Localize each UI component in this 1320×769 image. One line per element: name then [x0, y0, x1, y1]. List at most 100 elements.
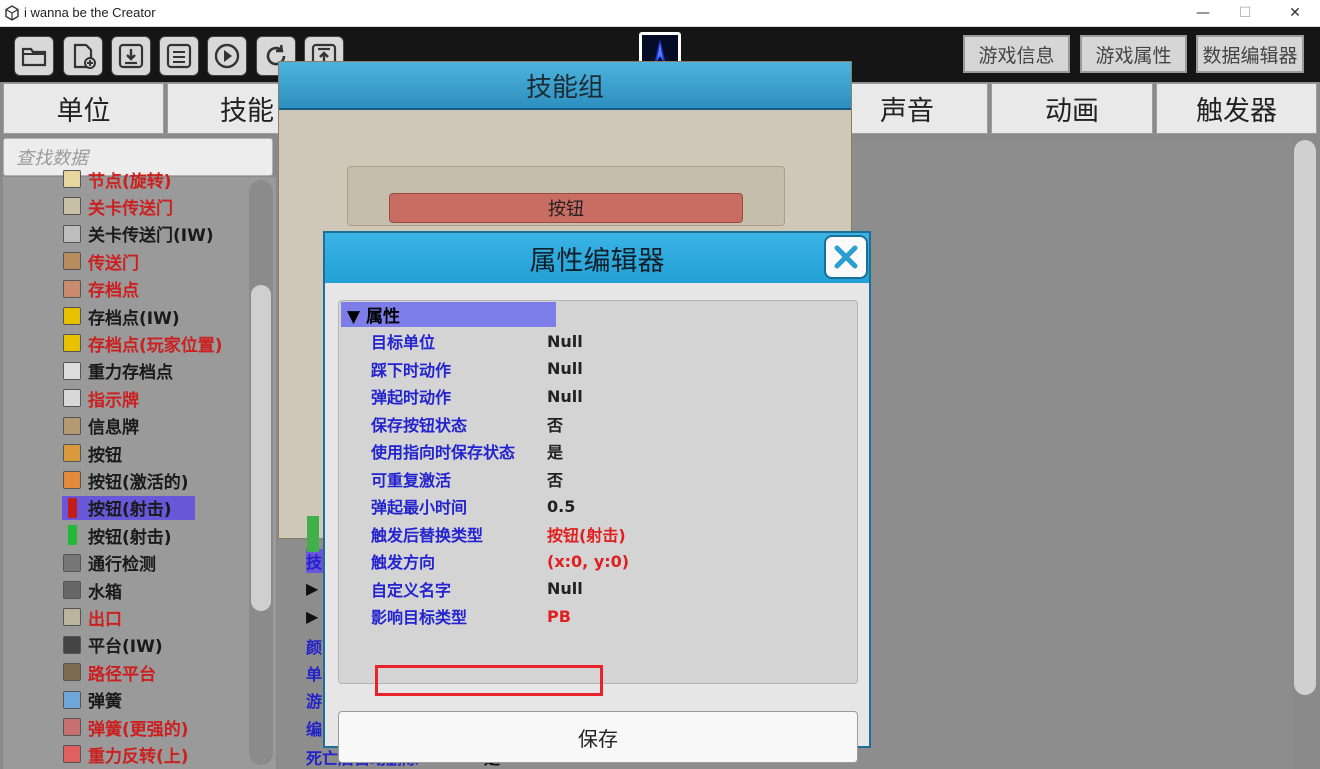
- property-value[interactable]: (x:0, y:0): [547, 552, 629, 571]
- sidebar-item[interactable]: 弹簧: [62, 688, 122, 712]
- level-portal-iw-icon: [62, 224, 82, 244]
- close-window-button[interactable]: ✕: [1272, 2, 1318, 24]
- skill-green-button[interactable]: [307, 516, 319, 552]
- property-section-header[interactable]: ▼ 属性: [341, 302, 556, 327]
- sidebar-item-label: 存档点(玩家位置): [88, 335, 223, 356]
- window-title: i wanna be the Creator: [24, 5, 156, 20]
- download-icon: [118, 43, 144, 69]
- sidebar-item[interactable]: 关卡传送门: [62, 194, 173, 219]
- tab-animations[interactable]: 动画: [991, 83, 1153, 134]
- property-value[interactable]: 否: [547, 412, 563, 436]
- sidebar-item[interactable]: 按钮(射击): [62, 523, 172, 548]
- sidebar-item[interactable]: 信息牌: [62, 414, 139, 438]
- property-key: 弹起最小时间: [371, 498, 468, 517]
- new-file-button[interactable]: [63, 36, 103, 76]
- property-row[interactable]: 触发后替换类型 按钮(射击): [371, 522, 626, 546]
- sidebar-scrollbar-thumb[interactable]: [251, 285, 271, 611]
- unity-logo-icon: [5, 5, 19, 21]
- info-sign-icon: [62, 416, 82, 436]
- sidebar-item-label: 节点(旋转): [88, 171, 172, 192]
- sidebar-item[interactable]: 路径平台: [62, 660, 156, 685]
- sidebar-item-label: 弹簧(更强的): [88, 719, 189, 740]
- maximize-button[interactable]: ☐: [1222, 2, 1268, 24]
- minimize-button[interactable]: —: [1180, 2, 1226, 24]
- download-button[interactable]: [111, 36, 151, 76]
- property-value[interactable]: Null: [547, 387, 583, 406]
- pass-check-icon: [62, 553, 82, 573]
- property-value[interactable]: PB: [547, 607, 571, 626]
- property-key: 影响目标类型: [371, 608, 468, 627]
- property-row[interactable]: 触发方向 (x:0, y:0): [371, 549, 629, 573]
- window-title-bar: i wanna be the Creator — ☐ ✕: [0, 0, 1320, 27]
- property-key: 触发后替换类型: [371, 525, 484, 545]
- sign-icon: [62, 388, 82, 408]
- sidebar-item[interactable]: 存档点(玩家位置): [62, 331, 223, 356]
- property-value[interactable]: Null: [547, 579, 583, 598]
- sidebar-item[interactable]: 重力反转(上): [62, 742, 189, 767]
- property-key: 弹起时动作: [371, 388, 452, 407]
- skill-button-item[interactable]: 按钮: [389, 193, 743, 223]
- sidebar-item[interactable]: 按钮(射击): [62, 495, 195, 521]
- property-key: 自定义名字: [371, 580, 452, 600]
- sidebar-item-label: 按钮(射击): [88, 500, 172, 521]
- property-value[interactable]: Null: [547, 332, 583, 351]
- sidebar-item-label: 通行检测: [88, 555, 156, 576]
- sidebar-item[interactable]: 通行检测: [62, 551, 156, 575]
- bg-row-edit: 编: [306, 720, 323, 739]
- property-value[interactable]: 0.5: [547, 497, 575, 516]
- sidebar-item[interactable]: 出口: [62, 605, 122, 630]
- game-info-button[interactable]: 游戏信息: [963, 35, 1070, 73]
- sidebar-item[interactable]: 按钮: [62, 441, 122, 466]
- property-row[interactable]: 保存按钮状态 否: [371, 412, 563, 436]
- sidebar-item-label: 按钮(激活的): [88, 472, 189, 493]
- save-disk-button[interactable]: [159, 36, 199, 76]
- path-platform-icon: [62, 662, 82, 682]
- sidebar-item[interactable]: 存档点(IW): [62, 304, 180, 329]
- property-row[interactable]: 影响目标类型 PB: [371, 604, 571, 628]
- property-value[interactable]: 是: [547, 439, 563, 463]
- property-row[interactable]: 使用指向时保存状态 是: [371, 439, 563, 463]
- gravity-flip-up-icon: [62, 744, 82, 764]
- sidebar-item-label: 存档点: [88, 281, 139, 302]
- game-properties-button[interactable]: 游戏属性: [1080, 35, 1187, 73]
- sidebar-item-label: 指示牌: [88, 390, 139, 411]
- property-row[interactable]: 弹起最小时间 0.5: [371, 494, 575, 518]
- close-dialog-button[interactable]: [824, 235, 868, 279]
- sidebar-item-label: 弹簧: [88, 692, 122, 713]
- sidebar-item[interactable]: 重力存档点: [62, 359, 173, 383]
- sidebar-item[interactable]: 按钮(激活的): [62, 468, 189, 493]
- sidebar-item-label: 关卡传送门(IW): [88, 226, 214, 247]
- property-key: 踩下时动作: [371, 360, 452, 380]
- property-row[interactable]: 自定义名字 Null: [371, 577, 583, 601]
- sidebar-item[interactable]: 平台(IW): [62, 633, 163, 657]
- tab-triggers[interactable]: 触发器: [1156, 83, 1317, 134]
- property-key: 可重复激活: [371, 470, 452, 490]
- portal-icon: [62, 251, 82, 271]
- save-button[interactable]: 保存: [338, 711, 858, 763]
- sidebar-item[interactable]: 指示牌: [62, 386, 139, 411]
- sidebar-item[interactable]: 关卡传送门(IW): [62, 222, 214, 246]
- sidebar-item[interactable]: 弹簧(更强的): [62, 715, 189, 740]
- play-icon: [214, 43, 240, 69]
- bg-row-color: 颜: [306, 638, 323, 657]
- property-row[interactable]: 目标单位 Null: [371, 329, 583, 353]
- property-value[interactable]: 按钮(射击): [547, 522, 626, 546]
- tab-units[interactable]: 单位: [3, 83, 164, 134]
- property-row[interactable]: 弹起时动作 Null: [371, 384, 583, 408]
- property-key: 使用指向时保存状态: [371, 443, 516, 462]
- node-rotate-icon: [62, 169, 82, 189]
- sidebar-item[interactable]: 节点(旋转): [62, 167, 172, 192]
- bg-row-unit: 单: [306, 665, 323, 684]
- play-button[interactable]: [207, 36, 247, 76]
- sidebar-item[interactable]: 存档点: [62, 277, 139, 301]
- property-value[interactable]: Null: [547, 359, 583, 378]
- property-row[interactable]: 踩下时动作 Null: [371, 357, 583, 381]
- sidebar-item[interactable]: 水箱: [62, 578, 122, 603]
- content-scrollbar[interactable]: [1294, 140, 1316, 695]
- data-editor-button[interactable]: 数据编辑器: [1196, 35, 1304, 73]
- property-row[interactable]: 可重复激活 否: [371, 467, 563, 491]
- sidebar-item[interactable]: 传送门: [62, 249, 139, 274]
- sidebar-item-label: 传送门: [88, 253, 139, 274]
- property-value[interactable]: 否: [547, 467, 563, 491]
- open-folder-button[interactable]: [14, 36, 54, 76]
